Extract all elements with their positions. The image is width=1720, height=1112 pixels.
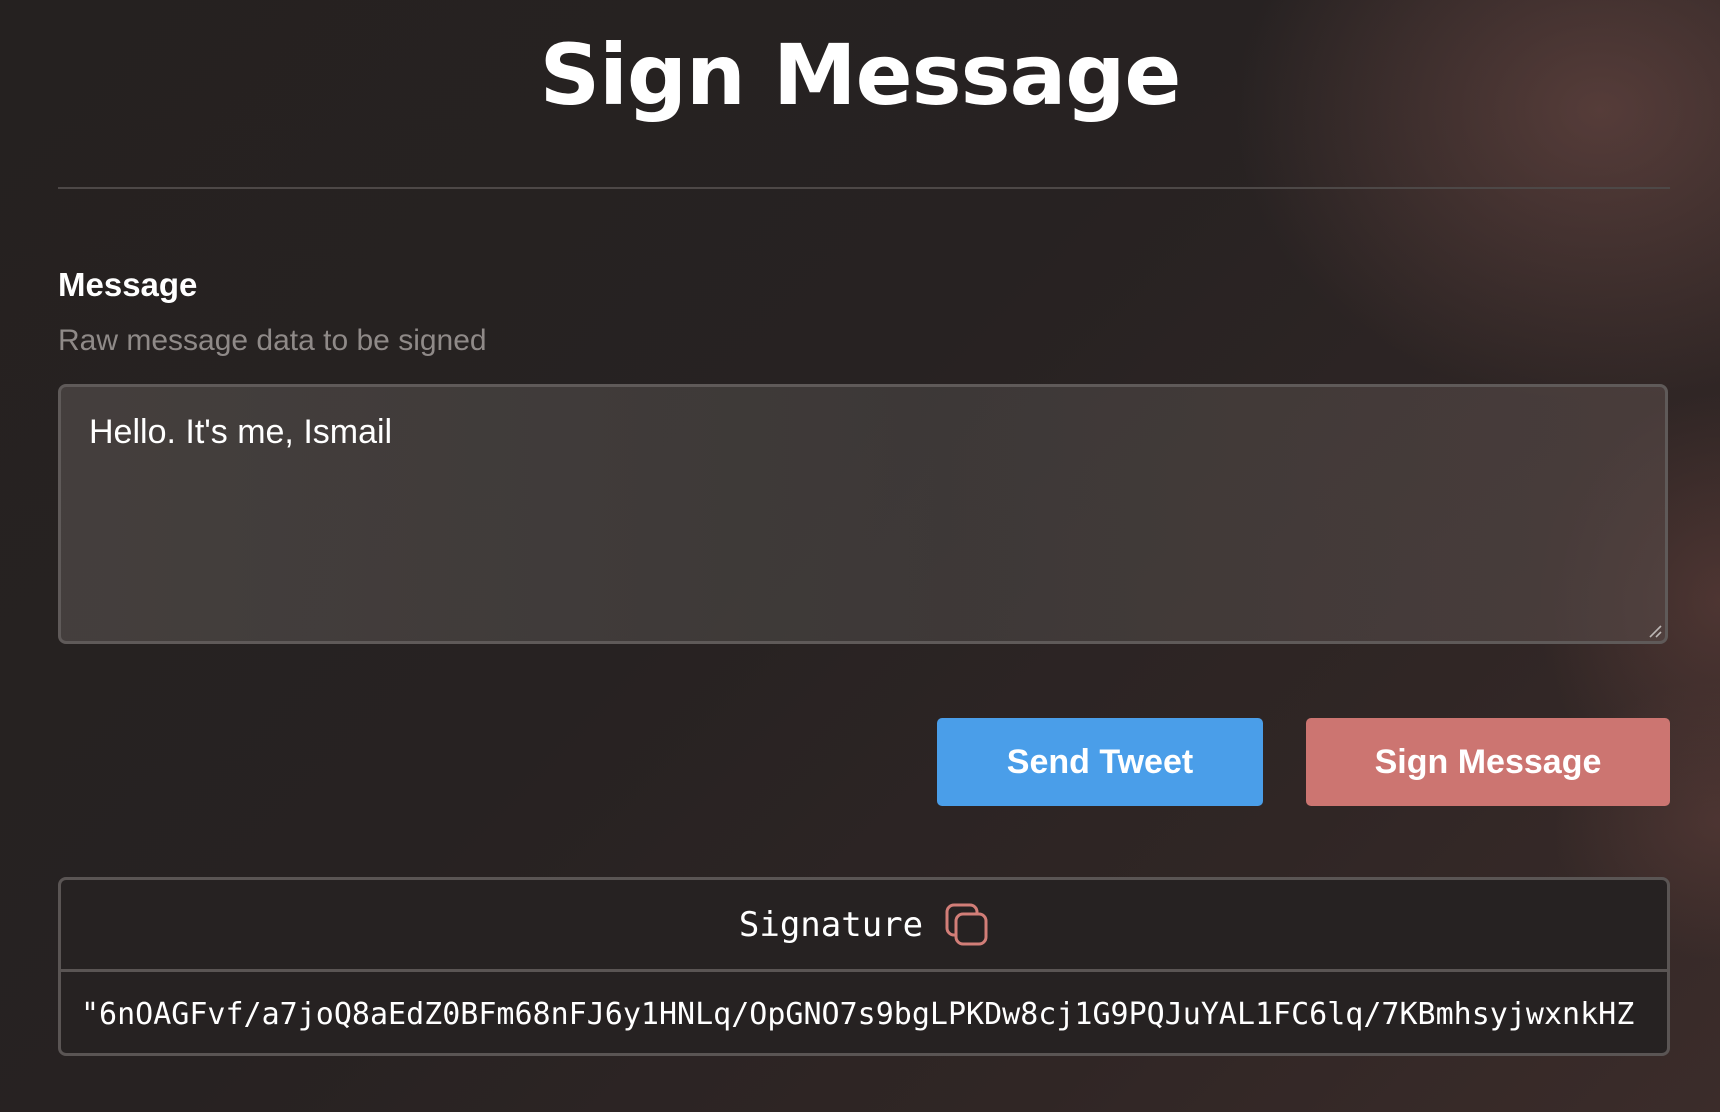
send-tweet-button[interactable]: Send Tweet: [937, 718, 1263, 806]
message-label: Message: [58, 266, 198, 303]
header-divider: [58, 187, 1670, 189]
signature-label: Signature: [738, 904, 924, 945]
copy-icon[interactable]: [945, 903, 989, 947]
message-textarea[interactable]: Hello. It's me, Ismail: [58, 384, 1668, 644]
sign-message-button[interactable]: Sign Message: [1306, 718, 1670, 806]
signature-value: "6nOAGFvf/a7joQ8aEdZ0BFm68nFJ6y1HNLq/OpG…: [81, 996, 1635, 1032]
signature-panel: Signature "6nOAGFvf/a7joQ8aEdZ0BFm68nFJ6…: [58, 877, 1670, 1056]
page-title: Sign Message: [539, 26, 1182, 124]
signature-header: Signature: [61, 880, 1667, 972]
resize-handle-icon[interactable]: [1648, 624, 1662, 638]
message-help-text: Raw message data to be signed: [58, 324, 487, 357]
